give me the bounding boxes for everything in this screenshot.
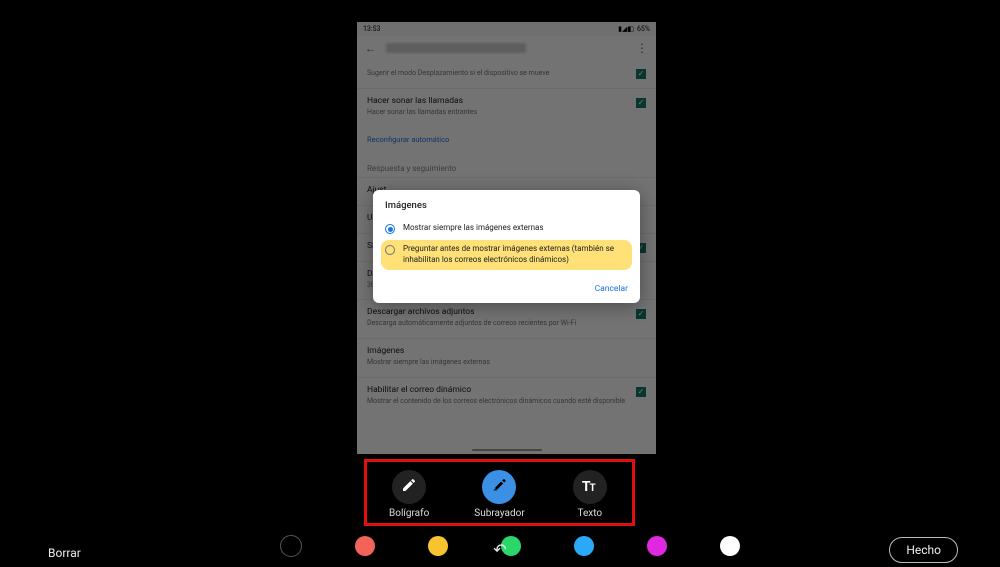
status-bar: 13:53 ▮◢◧65% xyxy=(357,22,656,36)
color-swatch[interactable] xyxy=(647,536,667,556)
radio-selected-icon[interactable] xyxy=(385,224,395,234)
color-swatch-outline[interactable] xyxy=(280,535,302,557)
setting-row[interactable]: Hacer sonar las llamadas Hacer sonar las… xyxy=(357,88,656,127)
erase-button[interactable]: Borrar xyxy=(48,546,81,560)
color-swatch[interactable] xyxy=(720,536,740,556)
color-swatch[interactable] xyxy=(355,536,375,556)
done-button[interactable]: Hecho xyxy=(889,537,958,563)
checkbox-icon[interactable]: ✓ xyxy=(636,387,646,397)
status-battery: 65% xyxy=(637,25,650,33)
setting-sub: Hacer sonar las llamadas entrantes xyxy=(367,108,646,117)
images-dialog: Imágenes Mostrar siempre las imágenes ex… xyxy=(373,190,640,303)
setting-row[interactable]: Habilitar el correo dinámico Mostrar el … xyxy=(357,377,656,416)
color-palette xyxy=(280,535,740,557)
setting-row[interactable]: Imágenes Mostrar siempre las imágenes ex… xyxy=(357,338,656,377)
setting-sub: Mostrar siempre las imágenes externas xyxy=(367,358,646,367)
screenshot-phone: 13:53 ▮◢◧65% ← ⋮ Sugerir el modo Desplaz… xyxy=(357,22,656,454)
setting-row[interactable]: Descargar archivos adjuntos Descarga aut… xyxy=(357,299,656,338)
settings-list: Sugerir el modo Desplazamiento si el dis… xyxy=(357,60,656,454)
setting-title: Hacer sonar las llamadas xyxy=(367,96,646,106)
dialog-title: Imágenes xyxy=(385,200,628,211)
setting-row[interactable]: Sugerir el modo Desplazamiento si el dis… xyxy=(357,60,656,88)
appbar-title-redacted xyxy=(386,43,526,53)
color-swatch[interactable] xyxy=(574,536,594,556)
setting-title: Imágenes xyxy=(367,346,646,356)
app-bar: ← ⋮ xyxy=(357,36,656,60)
setting-sub: Mostrar el contenido de los correos elec… xyxy=(367,397,646,406)
dialog-option-label: Preguntar antes de mostrar imágenes exte… xyxy=(403,244,628,266)
setting-title: Descargar archivos adjuntos xyxy=(367,307,646,317)
checkbox-icon[interactable]: ✓ xyxy=(636,69,646,79)
dialog-cancel-button[interactable]: Cancelar xyxy=(595,284,628,294)
setting-link[interactable]: Reconfigurar automático xyxy=(367,135,449,144)
setting-sub: Sugerir el modo Desplazamiento si el dis… xyxy=(367,69,646,78)
color-swatch[interactable] xyxy=(428,536,448,556)
dialog-option-highlighted[interactable]: Preguntar antes de mostrar imágenes exte… xyxy=(381,240,632,270)
setting-title: Habilitar el correo dinámico xyxy=(367,385,646,395)
status-time: 13:53 xyxy=(363,25,380,33)
home-indicator xyxy=(472,449,542,452)
dialog-option-label: Mostrar siempre las imágenes externas xyxy=(403,223,544,234)
checkbox-icon[interactable]: ✓ xyxy=(636,309,646,319)
checkbox-icon[interactable]: ✓ xyxy=(636,98,646,108)
radio-unselected-icon[interactable] xyxy=(385,245,395,255)
settings-section-header: Respuesta y seguimiento xyxy=(357,156,656,177)
overflow-menu-icon[interactable]: ⋮ xyxy=(636,41,648,55)
setting-sub: Descarga automáticamente adjuntos de cor… xyxy=(367,319,646,328)
highlight-annotation-box xyxy=(364,459,635,526)
back-icon[interactable]: ← xyxy=(365,42,376,55)
undo-icon[interactable]: ↶ xyxy=(493,540,506,559)
setting-link-row[interactable]: Reconfigurar automático xyxy=(357,127,656,156)
status-icons: ▮◢◧ xyxy=(618,25,634,33)
dialog-option[interactable]: Mostrar siempre las imágenes externas xyxy=(385,219,628,238)
